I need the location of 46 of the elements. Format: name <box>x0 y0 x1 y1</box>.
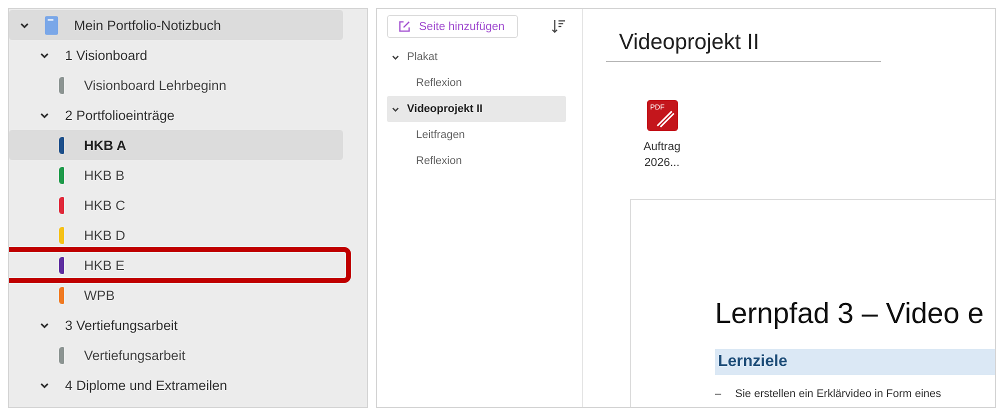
section-title: 3 Vertiefungsarbeit <box>65 318 178 332</box>
page-title: HKB B <box>84 168 125 182</box>
sort-icon[interactable] <box>551 19 566 34</box>
notebook-item[interactable]: Mein Portfolio-Notizbuch <box>9 10 343 40</box>
page-title: Vertiefungsarbeit <box>84 348 186 362</box>
section-item[interactable]: 3 Vertiefungsarbeit <box>9 310 367 340</box>
chevron-down-icon[interactable] <box>391 52 400 62</box>
page-item[interactable]: Vertiefungsarbeit <box>9 340 343 370</box>
page-title-field[interactable]: Videoprojekt II <box>606 25 881 62</box>
edit-icon <box>398 20 411 33</box>
bullet-text: Sie erstellen ein Erklärvideo in Form eines <box>735 388 942 400</box>
add-page-button[interactable]: Seite hinzufügen <box>387 15 518 38</box>
page-title: HKB D <box>84 228 126 242</box>
section-item[interactable]: 4 Diplome und Extrameilen <box>9 370 367 400</box>
page-item[interactable]: HKB E <box>9 250 343 280</box>
section-title: 1 Visionboard <box>65 48 148 62</box>
notebook-title: Mein Portfolio-Notizbuch <box>74 18 222 32</box>
page-item[interactable]: Visionboard Lehrbeginn <box>9 70 343 100</box>
bullet-dash: – <box>715 388 722 400</box>
notebook-icon <box>44 16 59 34</box>
section-item[interactable]: 1 Visionboard <box>9 40 367 70</box>
page-title: HKB A <box>84 138 126 152</box>
page-item[interactable]: HKB C <box>9 190 343 220</box>
section-title: 4 Diplome und Extrameilen <box>65 378 228 392</box>
page-list-item[interactable]: Plakat <box>387 44 566 70</box>
section-item[interactable]: 2 Portfolioeinträge <box>9 100 367 130</box>
page-title: Visionboard Lehrbeginn <box>84 78 226 92</box>
pdf-file-icon[interactable]: PDF <box>646 100 678 131</box>
page-list-item[interactable]: Videoprojekt II <box>387 96 566 122</box>
document-heading: Lernpfad 3 – Video e <box>715 298 985 331</box>
subpage-item[interactable]: Leitfragen <box>387 122 572 148</box>
page-item[interactable]: HKB D <box>9 220 343 250</box>
page-item[interactable]: WPB <box>9 280 343 310</box>
subpage-item[interactable]: Reflexion <box>387 148 572 174</box>
page-item[interactable]: HKB A <box>9 130 343 160</box>
chevron-down-icon[interactable] <box>391 104 400 114</box>
page-item[interactable]: HKB B <box>9 160 343 190</box>
subpage-item[interactable]: Reflexion <box>387 70 572 96</box>
page-list-title: Plakat <box>407 51 438 63</box>
page-title: HKB E <box>84 258 125 272</box>
section-title: 2 Portfolioeinträge <box>65 108 175 122</box>
document-subheading: Lernziele <box>715 349 995 375</box>
page-list-title: Videoprojekt II <box>407 103 483 115</box>
page-title: HKB C <box>84 198 126 212</box>
attachment-name: Auftrag 2026... <box>642 140 682 171</box>
page-title: WPB <box>84 288 115 302</box>
